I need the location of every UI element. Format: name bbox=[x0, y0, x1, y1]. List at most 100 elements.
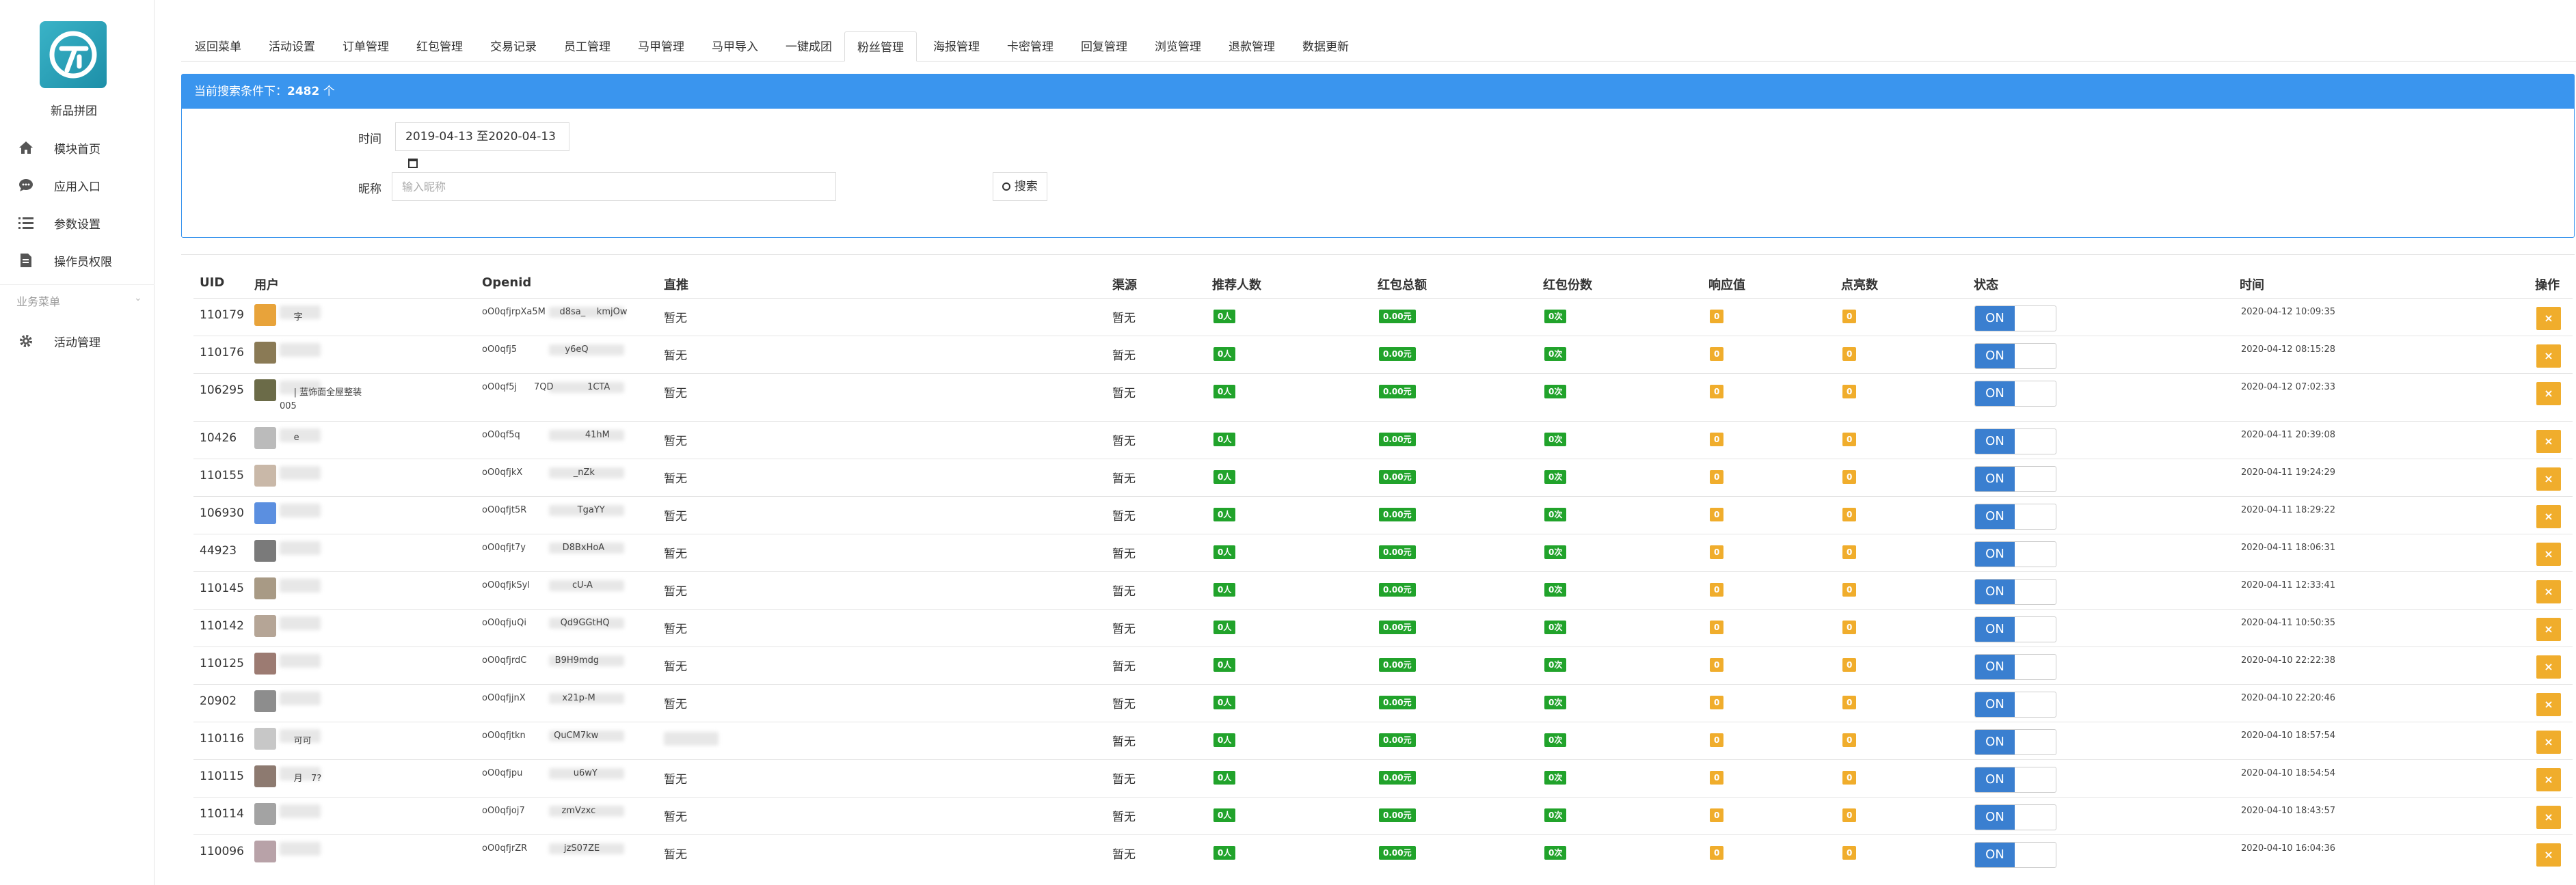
status-toggle[interactable]: ON bbox=[1974, 804, 2056, 830]
status-toggle[interactable]: ON bbox=[1974, 692, 2056, 718]
tab-bar: 返回菜单 活动设置 订单管理 红包管理 交易记录 员工管理 马甲管理 马甲导入 … bbox=[181, 31, 2576, 62]
avatar bbox=[254, 653, 276, 675]
time-cell: 2020-04-10 18:54:54 bbox=[2241, 768, 2336, 778]
close-icon: × bbox=[2544, 547, 2553, 560]
toggle-on-label: ON bbox=[1975, 843, 2015, 867]
table-row: 44923 oO0qfjt7y D8BxHoA 暂无 暂无 0人 0.00元 0次 0 0 ON 2… bbox=[193, 534, 2573, 571]
tab-browse[interactable]: 浏览管理 bbox=[1148, 31, 1208, 62]
sidebar-item-operators[interactable]: 操作员权限 bbox=[0, 247, 155, 274]
openid-cell: oO0qfjkX _nZk bbox=[482, 467, 595, 478]
delete-button[interactable]: × bbox=[2536, 618, 2561, 641]
openid-cell: oO0qfjrdC B9H9mdg bbox=[482, 655, 600, 666]
delete-button[interactable]: × bbox=[2536, 307, 2561, 330]
light-badge: 0 bbox=[1842, 347, 1857, 361]
refs-badge: 0人 bbox=[1213, 310, 1236, 323]
direct-cell: 暂无 bbox=[664, 660, 687, 674]
tab-reply[interactable]: 回复管理 bbox=[1074, 31, 1134, 62]
sidebar-item-params[interactable]: 参数设置 bbox=[0, 209, 155, 236]
status-toggle[interactable]: ON bbox=[1974, 729, 2056, 755]
tab-back-menu[interactable]: 返回菜单 bbox=[188, 31, 248, 62]
refs-badge: 0人 bbox=[1213, 808, 1236, 822]
light-badge: 0 bbox=[1842, 771, 1857, 785]
sidebar-item-entry[interactable]: 应用入口 bbox=[0, 172, 155, 199]
status-toggle[interactable]: ON bbox=[1974, 541, 2056, 567]
nickname-input[interactable] bbox=[392, 172, 836, 201]
delete-button[interactable]: × bbox=[2536, 430, 2561, 453]
sidebar-item-label: 应用入口 bbox=[54, 180, 100, 194]
app-logo[interactable] bbox=[40, 21, 107, 88]
delete-button[interactable]: × bbox=[2536, 580, 2561, 603]
time-cell: 2020-04-12 10:09:35 bbox=[2241, 307, 2336, 317]
source-cell: 暂无 bbox=[1112, 811, 1136, 824]
status-toggle[interactable]: ON bbox=[1974, 654, 2056, 680]
close-icon: × bbox=[2544, 387, 2553, 400]
delete-button[interactable]: × bbox=[2536, 655, 2561, 679]
status-toggle[interactable]: ON bbox=[1974, 842, 2056, 868]
delete-button[interactable]: × bbox=[2536, 806, 2561, 829]
delete-button[interactable]: × bbox=[2536, 382, 2561, 405]
light-badge: 0 bbox=[1842, 385, 1857, 398]
status-toggle[interactable]: ON bbox=[1974, 428, 2056, 454]
tab-transactions[interactable]: 交易记录 bbox=[483, 31, 544, 62]
tab-refund[interactable]: 退款管理 bbox=[1222, 31, 1282, 62]
light-badge: 0 bbox=[1842, 470, 1857, 484]
refs-badge: 0人 bbox=[1213, 621, 1236, 634]
status-toggle[interactable]: ON bbox=[1974, 466, 2056, 492]
delete-button[interactable]: × bbox=[2536, 768, 2561, 791]
delete-button[interactable]: × bbox=[2536, 543, 2561, 566]
tab-vest-manage[interactable]: 马甲管理 bbox=[631, 31, 691, 62]
header-uid: UID bbox=[200, 275, 225, 290]
table-row: 10426 e oO0qf5q 41hM 暂无 暂无 0人 0.00元 0次 0 0 ON 2020… bbox=[193, 421, 2573, 459]
sidebar-item-activity[interactable]: 活动管理 bbox=[0, 327, 155, 355]
chevron-down-icon[interactable]: ⌄ bbox=[134, 292, 142, 303]
status-toggle[interactable]: ON bbox=[1974, 305, 2056, 331]
table-row: 110096 oO0qfjrZR jzS07ZE 暂无 暂无 0人 0.00元 0次 0 0 ON… bbox=[193, 834, 2573, 872]
toggle-on-label: ON bbox=[1975, 504, 2015, 529]
sidebar-item-home[interactable]: 模块首页 bbox=[0, 134, 155, 161]
tab-vest-import[interactable]: 马甲导入 bbox=[705, 31, 765, 62]
date-range-picker[interactable]: 2019-04-13 至2020-04-13 bbox=[395, 122, 569, 168]
delete-button[interactable]: × bbox=[2536, 505, 2561, 528]
status-toggle[interactable]: ON bbox=[1974, 381, 2056, 407]
uid-cell: 110115 bbox=[200, 770, 244, 783]
delete-button[interactable]: × bbox=[2536, 467, 2561, 491]
status-toggle[interactable]: ON bbox=[1974, 579, 2056, 605]
resp-badge: 0 bbox=[1710, 846, 1724, 860]
tab-orders[interactable]: 订单管理 bbox=[336, 31, 396, 62]
toggle-on-label: ON bbox=[1975, 580, 2015, 604]
fans-table: UID 用户 Openid 直推 渠源 推荐人数 红包总额 红包份数 响应值 点… bbox=[181, 254, 2575, 885]
table-row: 106295 | 蓝饰面全屋整装 005 oO0qf5j 7QD 1CTA 暂无 暂无 0… bbox=[193, 373, 2573, 421]
tab-data-update[interactable]: 数据更新 bbox=[1296, 31, 1356, 62]
delete-button[interactable]: × bbox=[2536, 731, 2561, 754]
refs-badge: 0人 bbox=[1213, 846, 1236, 860]
name-label: 昵称 bbox=[358, 182, 381, 196]
status-toggle[interactable]: ON bbox=[1974, 616, 2056, 642]
tab-poster[interactable]: 海报管理 bbox=[926, 31, 987, 62]
delete-button[interactable]: × bbox=[2536, 693, 2561, 716]
uid-cell: 106930 bbox=[200, 506, 244, 520]
toggle-on-label: ON bbox=[1975, 767, 2015, 792]
source-cell: 暂无 bbox=[1112, 349, 1136, 363]
tab-activity-settings[interactable]: 活动设置 bbox=[262, 31, 322, 62]
tab-fans[interactable]: 粉丝管理 bbox=[844, 31, 917, 62]
search-icon bbox=[1002, 182, 1011, 191]
openid-cell: oO0qfjoj7 zmVzxc bbox=[482, 806, 596, 816]
close-icon: × bbox=[2544, 811, 2553, 823]
delete-button[interactable]: × bbox=[2536, 843, 2561, 867]
tab-redpacket[interactable]: 红包管理 bbox=[410, 31, 470, 62]
tab-staff[interactable]: 员工管理 bbox=[557, 31, 617, 62]
shares-badge: 0次 bbox=[1544, 658, 1567, 672]
delete-button[interactable]: × bbox=[2536, 344, 2561, 368]
refs-badge: 0人 bbox=[1213, 771, 1236, 785]
status-toggle[interactable]: ON bbox=[1974, 343, 2056, 369]
brand-name: 新品拼团 bbox=[51, 105, 97, 118]
tab-card-key[interactable]: 卡密管理 bbox=[1000, 31, 1060, 62]
close-icon: × bbox=[2544, 698, 2553, 711]
tab-one-click-group[interactable]: 一键成团 bbox=[779, 31, 839, 62]
status-toggle[interactable]: ON bbox=[1974, 504, 2056, 530]
amount-badge: 0.00元 bbox=[1379, 545, 1416, 559]
status-toggle[interactable]: ON bbox=[1974, 767, 2056, 793]
source-cell: 暂无 bbox=[1112, 547, 1136, 561]
amount-badge: 0.00元 bbox=[1379, 385, 1416, 398]
search-button[interactable]: 搜索 bbox=[993, 172, 1047, 201]
